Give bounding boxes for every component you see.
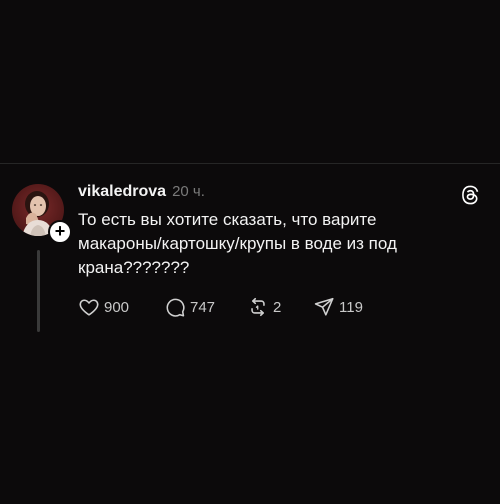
- paper-plane-icon: [314, 297, 334, 316]
- share-count: 119: [339, 298, 363, 316]
- repost-count: 2: [273, 298, 282, 316]
- reply-count: 747: [190, 298, 216, 316]
- post-timestamp: 20 ч.: [172, 183, 205, 200]
- like-count: 900: [104, 298, 130, 316]
- speech-bubble-icon: [166, 298, 185, 317]
- thread-post: + vikaledrova 20 ч. То есть вы хотите ск…: [0, 164, 500, 504]
- post-actions-bar: 900 747 2 119: [78, 296, 383, 318]
- post-header: vikaledrova 20 ч.: [78, 183, 205, 203]
- follow-plus-button[interactable]: +: [48, 220, 72, 244]
- reply-button[interactable]: 747: [164, 296, 247, 318]
- share-button[interactable]: 119: [313, 296, 383, 318]
- like-button[interactable]: 900: [78, 296, 164, 318]
- username[interactable]: vikaledrova: [78, 183, 166, 201]
- post-text: То есть вы хотите сказать, что варите ма…: [78, 210, 397, 277]
- repost-button[interactable]: 2: [247, 296, 313, 318]
- heart-icon: [79, 299, 99, 316]
- thread-connector-line: [37, 250, 40, 332]
- repost-arrows-icon: [251, 297, 265, 317]
- threads-logo-icon: [460, 185, 480, 205]
